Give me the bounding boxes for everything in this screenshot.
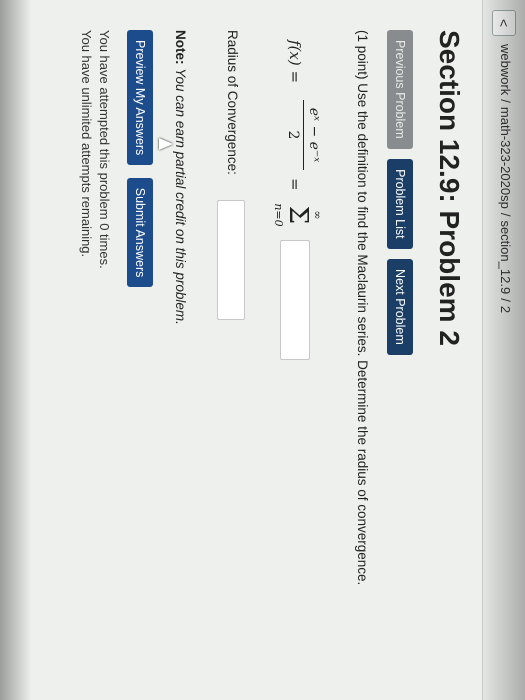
problem-list-button[interactable]: Problem List xyxy=(387,159,413,249)
formula: f(x) = eˣ − e⁻ˣ 2 = ∞ Σ n=0 xyxy=(260,40,330,440)
answer-actions: Preview My Answers Submit Answers xyxy=(127,30,153,295)
series-answer-input[interactable] xyxy=(280,240,310,360)
back-button[interactable]: < xyxy=(492,10,516,36)
note: Note: You can earn partial credit on thi… xyxy=(173,30,188,325)
note-label: Note: xyxy=(173,30,188,65)
breadcrumb-webwork[interactable]: webwork xyxy=(498,44,513,95)
question-text: (1 point) Use the definition to find the… xyxy=(355,30,370,586)
photo-scene: < webwork / math-323-2020sp / section_12.9 / 2… xyxy=(0,0,525,700)
fraction: eˣ − e⁻ˣ 2 xyxy=(285,100,322,170)
sigma-symbol: Σ xyxy=(283,205,313,225)
breadcrumb-section[interactable]: section_12.9 xyxy=(498,220,513,294)
summation: ∞ Σ n=0 xyxy=(272,200,324,230)
breadcrumb-problem: 2 xyxy=(498,305,513,314)
webwork-page: < webwork / math-323-2020sp / section_12.9 / 2… xyxy=(0,0,525,700)
remaining-text: You have unlimited attempts remaining. xyxy=(79,30,94,258)
page-title: Section 12.9: Problem 2 xyxy=(434,30,465,346)
preview-answers-button[interactable]: Preview My Answers xyxy=(127,30,153,166)
breadcrumb-course[interactable]: math-323-2020sp xyxy=(498,107,513,209)
breadcrumb-separator: / xyxy=(498,298,513,302)
attempt-status: You have attempted this problem 0 times.… xyxy=(77,30,113,269)
note-text: You can earn partial credit on this prob… xyxy=(173,68,188,325)
breadcrumb-separator: / xyxy=(498,99,513,103)
fraction-numerator: eˣ − e⁻ˣ xyxy=(303,100,322,170)
sum-lower: n=0 xyxy=(272,203,285,227)
breadcrumb-separator: / xyxy=(498,212,513,217)
fraction-denominator: 2 xyxy=(285,130,301,140)
breadcrumb: webwork / math-323-2020sp / section_12.9 / 2 xyxy=(498,44,513,313)
top-bar: < webwork / math-323-2020sp / section_12.9 / 2 xyxy=(482,0,525,700)
mouse-cursor-icon xyxy=(159,138,173,150)
attempts-text: You have attempted this problem 0 times. xyxy=(97,30,112,269)
next-problem-button[interactable]: Next Problem xyxy=(387,259,413,355)
problem-nav: Previous Problem Problem List Next Probl… xyxy=(387,30,413,361)
fx-label: f(x) = xyxy=(286,40,304,84)
radius-label: Radius of Convergence: xyxy=(225,30,240,175)
equals-sign: = xyxy=(286,178,304,191)
radius-answer-input[interactable] xyxy=(217,200,245,320)
submit-answers-button[interactable]: Submit Answers xyxy=(127,177,153,288)
previous-problem-button[interactable]: Previous Problem xyxy=(387,30,413,149)
